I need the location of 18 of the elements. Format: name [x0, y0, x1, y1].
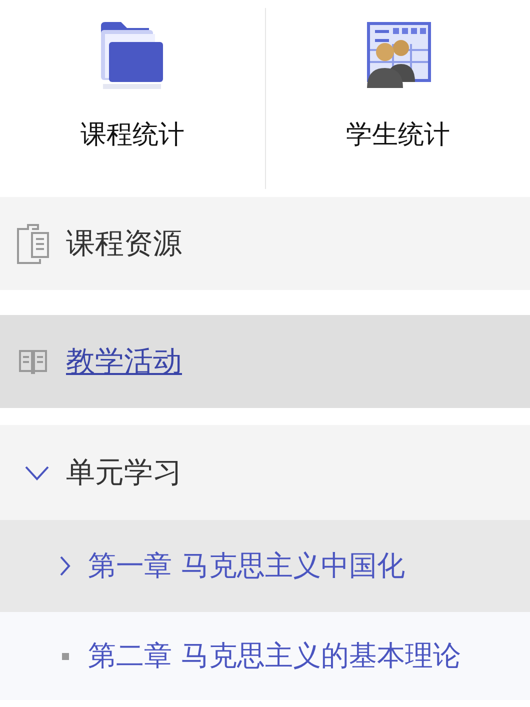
menu-label: 课程资源 [66, 224, 182, 262]
menu-item[interactable]: 课程资源 [0, 197, 530, 290]
chevron-right-icon [59, 555, 71, 577]
folder-icon [99, 20, 166, 90]
clipboard-icon [16, 222, 50, 264]
chapter-item[interactable]: 第一章 马克思主义中国化 [0, 520, 530, 612]
menu-item[interactable]: 教学活动 [0, 315, 530, 408]
book-icon [18, 348, 48, 374]
section-header[interactable]: 单元学习 [0, 425, 530, 520]
toolbar-label[interactable]: 课程统计 [80, 116, 184, 155]
section-label: 单元学习 [66, 454, 182, 491]
menu-label: 教学活动 [66, 342, 182, 380]
bullet-icon [62, 652, 68, 660]
chevron-down-icon [24, 464, 50, 480]
chapter-item[interactable]: 第二章 马克思主义的基本理论 [0, 612, 530, 700]
toolbar-label[interactable]: 学生统计 [346, 116, 450, 155]
chapter-label: 第二章 马克思主义的基本理论 [88, 638, 461, 674]
chapter-label: 第一章 马克思主义中国化 [88, 548, 405, 584]
